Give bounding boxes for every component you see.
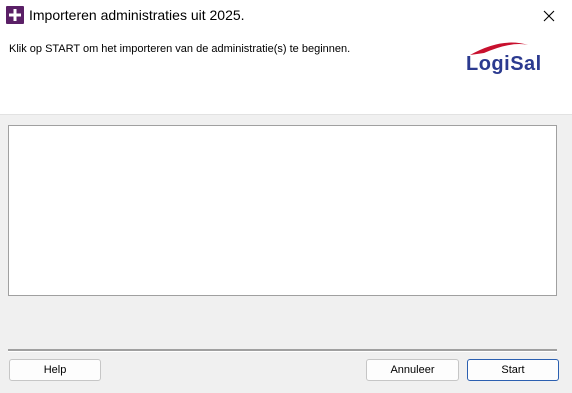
header-panel: Klik op START om het importeren van de a…: [0, 31, 572, 114]
close-button[interactable]: [526, 0, 572, 31]
logisal-logo: LogiSal: [462, 39, 556, 79]
header-divider: [0, 114, 572, 115]
footer-separator: [8, 349, 557, 352]
window-title: Importeren administraties uit 2025.: [29, 7, 245, 23]
start-button[interactable]: Start: [467, 359, 559, 381]
cancel-button[interactable]: Annuleer: [366, 359, 459, 381]
progress-log[interactable]: [8, 125, 557, 296]
instruction-text: Klik op START om het importeren van de a…: [9, 43, 351, 55]
app-icon: [6, 6, 24, 24]
close-icon: [543, 10, 555, 21]
logo-text: LogiSal: [466, 53, 542, 75]
title-bar: Importeren administraties uit 2025.: [0, 0, 572, 31]
help-button[interactable]: Help: [9, 359, 101, 381]
